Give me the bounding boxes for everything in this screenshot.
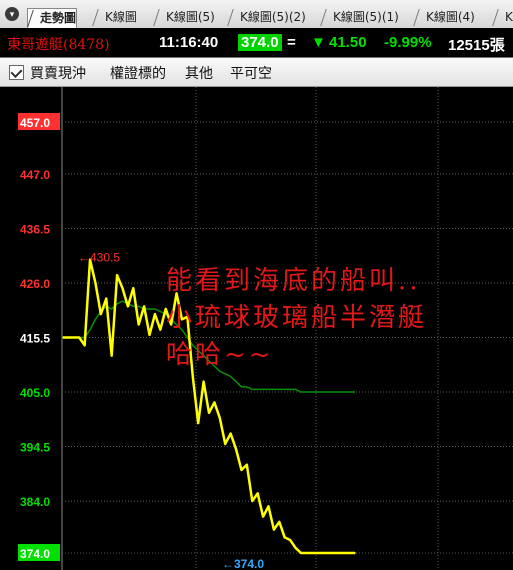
price-point [224,443,227,445]
last-price: 374.0 [238,34,282,51]
price-point [348,552,351,554]
price-point [83,344,86,347]
tab-kline-4[interactable]: K線圖(4) [414,8,475,27]
price-point [240,469,243,471]
dropdown-menu-icon[interactable]: ▾ [5,7,19,21]
price-point [343,552,345,554]
price-point [246,463,248,466]
price-point [154,313,156,315]
price-point [332,552,335,554]
stock-name[interactable]: 東哥遊艇(8478) [7,34,110,54]
price-point [202,380,205,383]
price-point [235,448,237,450]
price-point [148,334,151,336]
low-label: ←374.0 [222,557,264,570]
price-point [197,422,199,424]
func-warrant[interactable]: 權證標的 [110,63,166,83]
y-tick-label: 447.0 [20,168,50,182]
price-point [283,536,286,539]
price-point [305,552,308,554]
price-point [327,552,329,554]
price-point [73,336,75,339]
y-tick-label: 436.5 [20,222,50,236]
high-label: ←430.5 [78,251,120,265]
price-point [310,552,313,554]
price-point [300,552,302,554]
price-point [137,323,140,326]
price-point [127,305,129,308]
volume: 12515張 [448,37,505,54]
price-flag: = [287,34,296,51]
price-point [316,552,318,554]
price-point [132,287,135,289]
price-point [262,515,264,518]
y-tick-label: 426.0 [20,277,50,291]
price-point [62,336,64,339]
price-point [143,305,145,308]
annotation-line-3: 哈哈~~ [166,340,274,370]
percent-change: -9.99% [384,34,432,51]
func-short-sell[interactable]: 平可空 [230,63,272,83]
price-point [321,552,324,554]
price-point [267,505,270,508]
price-point [78,336,81,339]
tab-kline-more[interactable]: K [493,8,513,27]
intraday-chart: 457.0 447.0 436.5 426.0 415.5 405.0 394.5 384.0… [0,87,513,570]
price-point [337,552,340,554]
func-other[interactable]: 其他 [185,63,213,83]
tab-kline-5-2[interactable]: K線圖(5)(2) [228,8,306,27]
price-point [110,354,113,357]
price-point [159,328,162,331]
price-point [294,547,297,549]
tab-kline-5-1[interactable]: K線圖(5)(1) [321,8,399,27]
function-checkbox[interactable] [9,65,24,80]
annotation-line-2: 小琉球玻璃船半潛艇 [166,303,428,333]
annotation-line-1: 能看到海底的船叫.. [166,266,421,296]
y-tick-label: 405.0 [20,386,50,400]
price-point [208,411,210,414]
price-point [278,521,281,523]
price-point [251,500,254,502]
y-tick-label: 457.0 [20,116,50,130]
y-tick-label: 415.5 [20,332,50,346]
price-point [354,552,356,554]
price-change: 41.50 [329,34,367,51]
price-point [229,432,232,435]
quote-bar: 東哥遊艇(8478) 11:16:40 374.0 = ▼ 41.50 -9.9… [0,28,513,58]
down-triangle-icon: ▼ [311,34,326,51]
price-point [116,274,118,276]
y-tick-label: 384.0 [20,495,50,509]
price-point [121,287,124,289]
chart-tab-bar: ▾ 走勢圖 K線圖 K線圖(5) K線圖(5)(2) K線圖(5)(1) K線圖… [0,0,513,29]
tab-kline-5[interactable]: K線圖(5) [154,8,215,27]
price-point [105,297,108,300]
quote-time: 11:16:40 [159,34,219,51]
tab-trend[interactable]: 走勢圖 [27,8,78,28]
price-point [289,539,291,541]
chart-annotation: 能看到海底的船叫.. 小琉球玻璃船半潛艇 哈哈~~ [166,263,427,374]
tab-kline[interactable]: K線圖 [93,8,137,27]
func-day-trade[interactable]: 買賣現沖 [30,63,86,83]
price-point [213,401,216,404]
price-point [256,492,259,495]
price-point [273,528,275,531]
price-point [67,336,70,339]
function-bar: 買賣現沖 權證標的 其他 平可空 [0,58,513,87]
price-point [219,417,221,419]
y-tick-label: 394.5 [20,441,50,455]
y-tick-label: 374.0 [20,547,50,561]
price-point [94,282,97,284]
price-point [100,313,102,315]
price-point [191,375,194,378]
